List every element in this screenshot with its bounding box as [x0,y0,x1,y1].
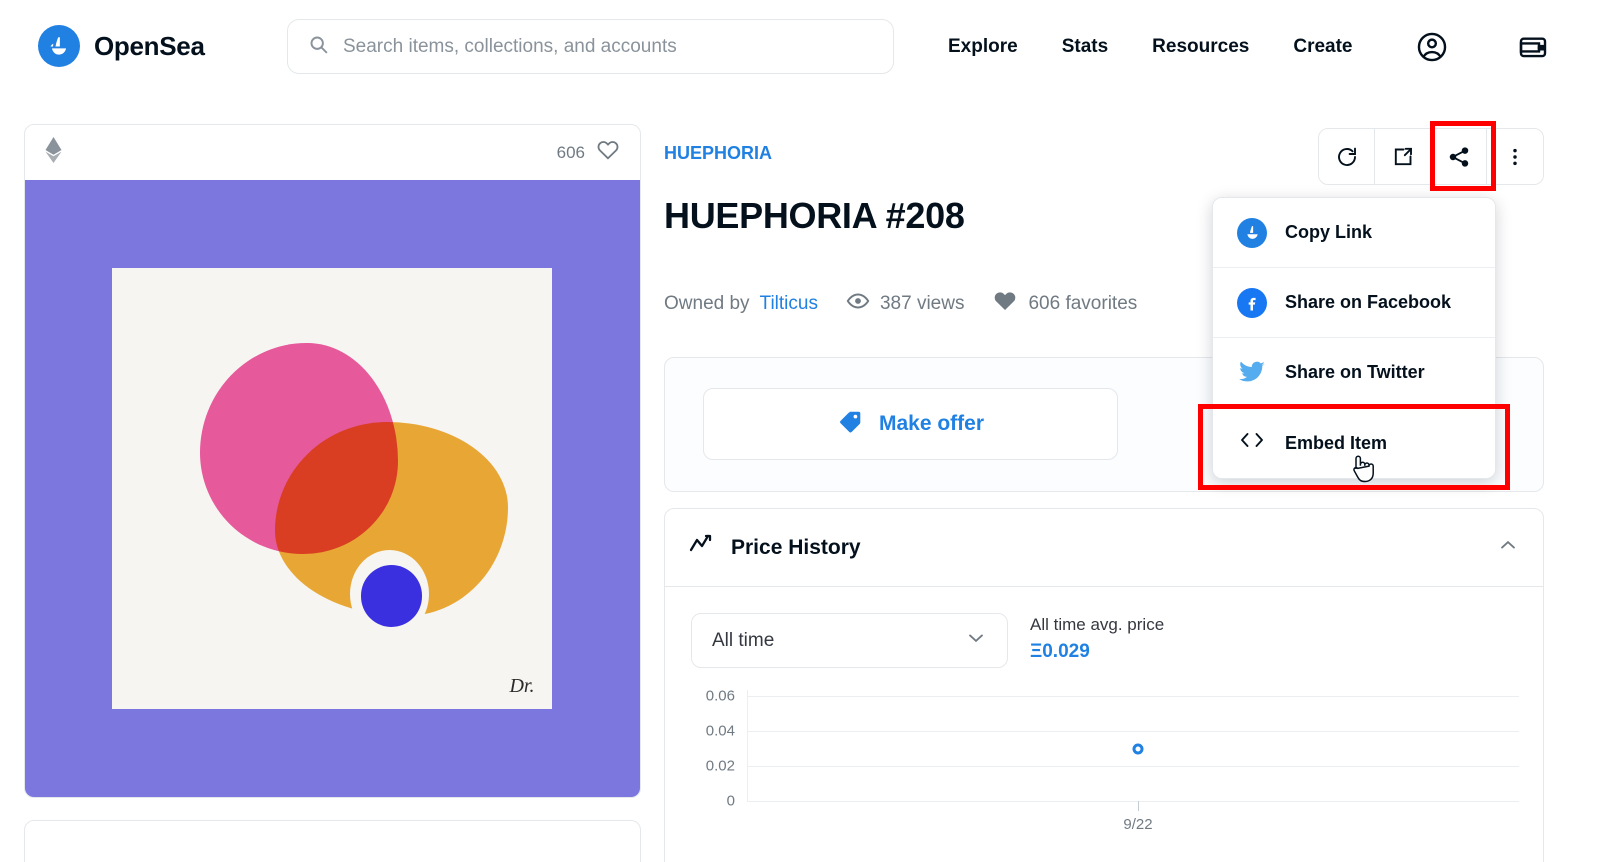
chart-data-point[interactable] [1132,743,1144,755]
share-menu-item-copy-link[interactable]: Copy Link [1213,198,1495,268]
chart-y-axis [747,690,748,801]
grid-line-1 [747,731,1519,732]
share-dropdown-menu: Copy Link Share on Facebook Share on Twi… [1212,197,1496,479]
opensea-logo-icon [1237,217,1267,248]
nft-card-header: 606 [25,125,640,180]
chart-x-tickmark [1138,801,1139,811]
avg-price-block: All time avg. price Ξ0.029 [1030,613,1164,665]
price-history-chart: 0.06 0.04 0.02 0 9/22 [691,687,1519,850]
more-vertical-icon[interactable] [1487,129,1543,184]
brand-name: OpenSea [94,30,205,61]
y-tick-2: 0.02 [705,757,735,775]
favorites-label: 606 favorites [1028,293,1138,314]
artwork-signature: Dr. [509,674,535,697]
avg-price-label: All time avg. price [1030,615,1165,634]
twitter-icon [1237,358,1267,388]
nft-media-card: 606 Dr. [24,124,641,798]
share-menu-label-twitter: Share on Twitter [1285,362,1425,382]
share-menu-label-facebook: Share on Facebook [1285,292,1452,312]
share-menu-item-twitter[interactable]: Share on Twitter [1213,338,1495,408]
facebook-icon [1237,287,1267,318]
nav-item-explore[interactable]: Explore [948,36,1018,58]
share-menu-label-copy-link: Copy Link [1285,222,1373,242]
refresh-icon[interactable] [1319,129,1375,184]
share-icon[interactable] [1431,129,1487,184]
external-link-icon[interactable] [1375,129,1431,184]
heart-filled-icon [992,288,1018,320]
tag-icon [837,409,863,440]
search-input[interactable]: Search items, collections, and accounts [287,19,894,74]
favorites-group[interactable]: 606 [557,138,620,167]
nav-item-create[interactable]: Create [1293,36,1352,58]
search-placeholder: Search items, collections, and accounts [343,35,677,57]
activity-chart-icon [689,534,715,561]
nav-item-stats[interactable]: Stats [1062,36,1108,58]
nft-artwork[interactable]: Dr. [25,180,640,797]
make-offer-label: Make offer [878,412,985,435]
make-offer-button[interactable]: Make offer [703,388,1118,460]
chart-x-label: 9/22 [1123,816,1153,833]
pointer-hand-cursor [1348,452,1378,493]
favorites-count: 606 [556,142,585,162]
site-header: OpenSea Search items, collections, and a… [0,0,1600,92]
y-tick-0: 0.06 [705,687,735,705]
owned-by-label: Owned by [664,293,750,314]
owner-link[interactable]: Tilticus [760,293,818,315]
share-menu-label-embed: Embed Item [1285,432,1388,453]
nav-item-resources[interactable]: Resources [1152,36,1249,58]
views-count: 387 views [879,293,965,314]
brand-logo-group[interactable]: OpenSea [38,25,205,67]
time-range-select[interactable]: All time [691,613,1008,668]
item-meta-row: Owned by Tilticus 387 views 606 favorite… [664,288,1137,320]
heart-outline-icon[interactable] [596,138,620,167]
y-tick-3: 0 [726,792,735,810]
price-history-body: All time All time avg. price Ξ0.029 0.06… [665,587,1543,850]
grid-line-0 [747,696,1519,697]
y-tick-1: 0.04 [705,722,735,740]
search-icon [308,34,329,60]
eye-icon [846,289,870,319]
main-nav: Explore Stats Resources Create [948,30,1549,64]
time-range-value: All time [712,629,775,651]
price-history-title: Price History [731,535,861,559]
price-history-panel: Price History All time All time avg. pri… [664,508,1544,862]
avg-price-value: Ξ0.029 [1030,640,1090,662]
views-info: 387 views [846,289,965,319]
grid-line-2 [747,766,1519,767]
artwork-canvas: Dr. [112,267,553,709]
opensea-sailboat-icon [38,25,80,67]
share-menu-item-facebook[interactable]: Share on Facebook [1213,268,1495,338]
collection-link[interactable]: HUEPHORIA [664,143,772,164]
page-title: HUEPHORIA #208 [664,195,965,236]
account-circle-icon[interactable] [1415,30,1449,64]
chevron-down-icon [965,627,987,654]
ethereum-icon [45,137,62,168]
item-actions-toolbar [1318,128,1544,185]
lower-info-card [24,820,641,862]
grid-line-3 [747,801,1519,802]
price-controls-row: All time All time avg. price Ξ0.029 [691,613,1517,668]
wallet-icon[interactable] [1517,31,1549,63]
price-history-header[interactable]: Price History [665,509,1543,587]
chevron-up-icon[interactable] [1497,534,1519,561]
owner-info: Owned by Tilticus [664,293,818,315]
artwork-blue-circle [360,565,423,628]
code-brackets-icon [1237,430,1267,456]
favorites-info: 606 favorites [992,288,1137,320]
